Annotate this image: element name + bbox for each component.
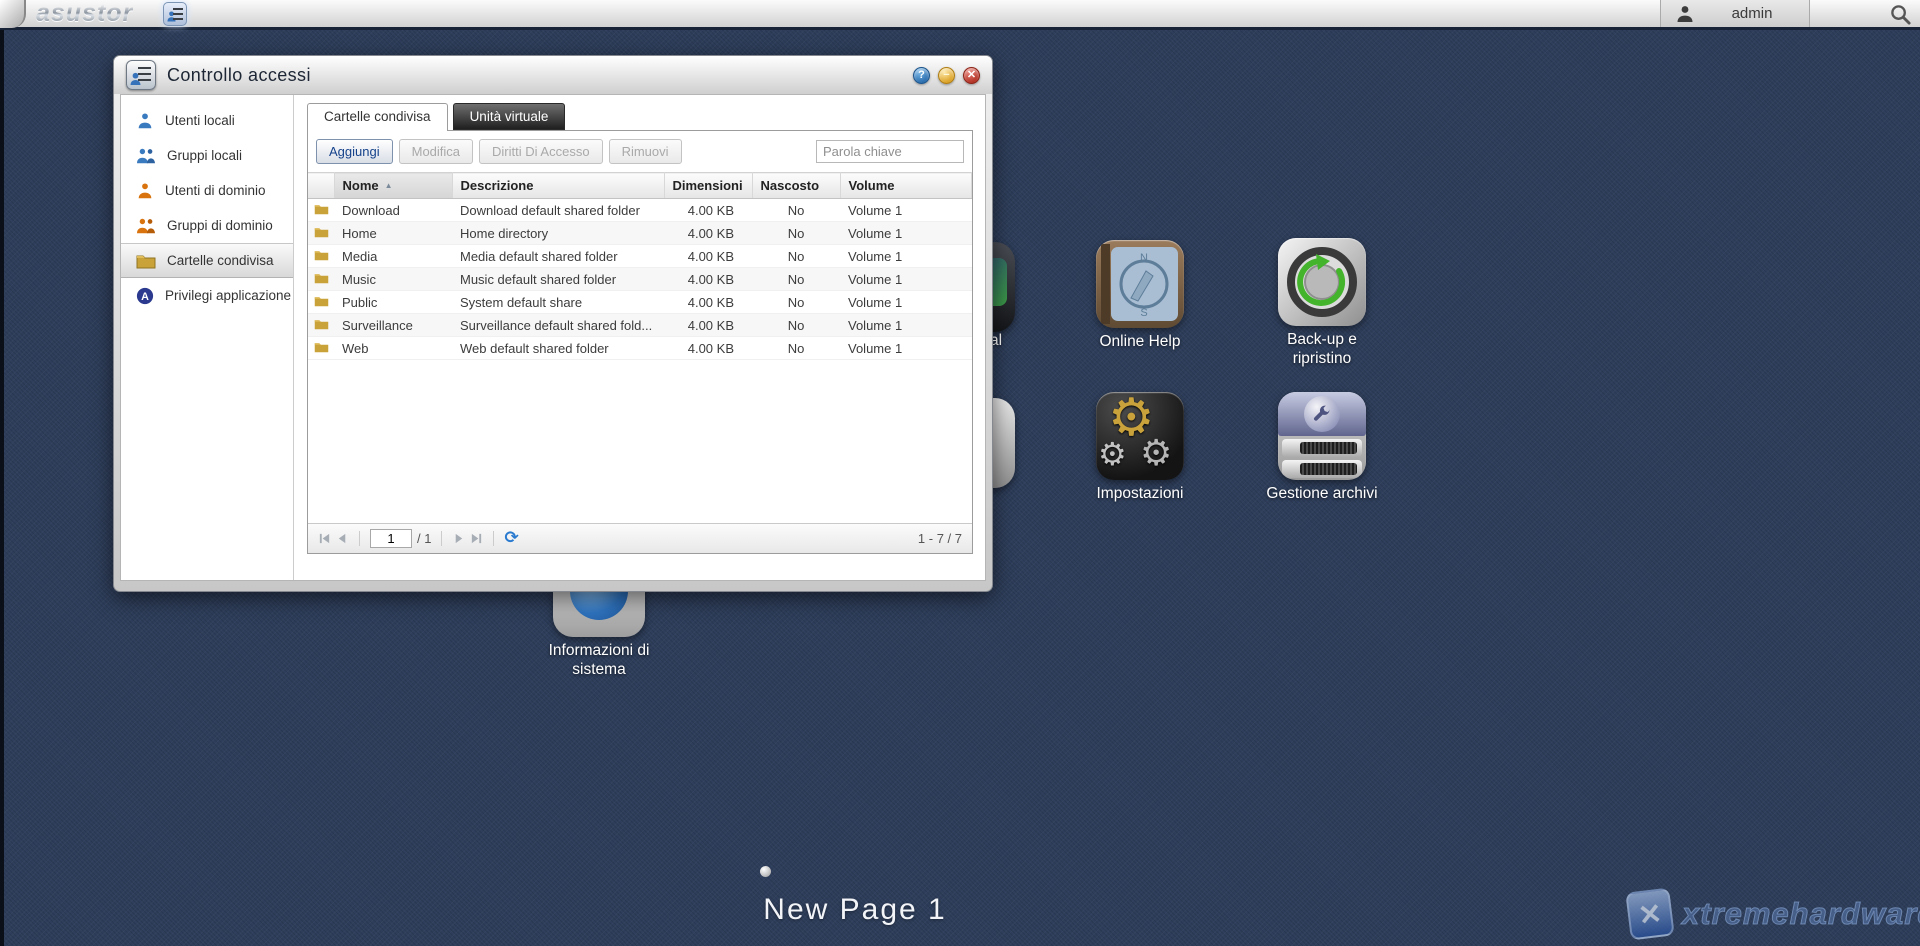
search-icon[interactable] — [1889, 3, 1912, 26]
keyword-search-input[interactable] — [816, 140, 964, 163]
minimize-button[interactable]: − — [938, 67, 955, 84]
desktop-icon-label: Online Help — [1088, 333, 1192, 352]
screen-left-edge — [0, 30, 4, 946]
user-menu[interactable]: admin — [1660, 0, 1810, 27]
table-empty-area — [308, 360, 972, 523]
group-blue-icon — [136, 147, 156, 165]
edit-button[interactable]: Modifica — [399, 139, 473, 164]
tab-shared-folders[interactable]: Cartelle condivisa — [307, 103, 448, 131]
username: admin — [1695, 5, 1809, 22]
table-row[interactable]: DownloadDownload default shared folder 4… — [308, 199, 972, 222]
desktop-icon-online-help[interactable]: N S Online Help — [1088, 240, 1192, 352]
backup-restore-icon — [1278, 238, 1366, 326]
refresh-icon[interactable]: ⟳ — [504, 530, 518, 547]
main-panel: Cartelle condivisa Unità virtuale Aggiun… — [295, 95, 985, 580]
desktop-icon-label: Gestione archivi — [1262, 485, 1382, 504]
folder-icon — [314, 272, 329, 284]
watermark: ✕ xtremehardware.it — [1628, 890, 1920, 938]
folder-icon — [314, 203, 329, 215]
desktop-icon-label: Informazioni di sistema — [540, 642, 658, 679]
desktop-icon-settings[interactable]: ⚙ ⚙ ⚙ Impostazioni — [1086, 392, 1194, 504]
sidebar-item-app-privileges[interactable]: A Privilegi applicazione — [121, 278, 293, 313]
corner-ornament — [0, 0, 26, 28]
column-header-volume[interactable]: Volume — [840, 173, 972, 199]
folder-icon — [314, 318, 329, 330]
tab-bar: Cartelle condivisa Unità virtuale — [307, 103, 973, 130]
window-title: Controllo accessi — [167, 65, 311, 86]
last-page-button[interactable] — [470, 532, 483, 545]
first-page-button[interactable] — [318, 532, 331, 545]
column-header-size[interactable]: Dimensioni — [664, 173, 752, 199]
settings-gears-icon: ⚙ ⚙ ⚙ — [1096, 392, 1184, 480]
online-help-icon: N S — [1096, 240, 1184, 328]
remove-button[interactable]: Rimuovi — [609, 139, 682, 164]
asustor-logo: asustor — [36, 0, 133, 28]
table-row[interactable]: PublicSystem default share 4.00 KBNo Vol… — [308, 291, 972, 314]
topbar: asustor admin — [0, 0, 1920, 30]
desktop-page-title: New Page 1 — [695, 893, 1015, 927]
taskbar-access-control-icon[interactable] — [163, 2, 187, 26]
window-titlebar[interactable]: Controllo accessi ? − ✕ — [114, 56, 992, 94]
user-icon — [1675, 4, 1695, 24]
previous-page-button[interactable] — [336, 532, 349, 545]
sidebar-item-domain-users[interactable]: Utenti di dominio — [121, 173, 293, 208]
column-header-hidden[interactable]: Nascosto — [752, 173, 840, 199]
sidebar: Utenti locali Gruppi locali Utenti di do… — [121, 95, 294, 580]
svg-text:S: S — [1140, 307, 1147, 319]
desktop-icon-label: Impostazioni — [1086, 485, 1194, 504]
column-header-name[interactable]: Nome▲ — [334, 173, 452, 199]
desktop-icon-storage-manager[interactable]: Gestione archivi — [1262, 392, 1382, 504]
window-content: Utenti locali Gruppi locali Utenti di do… — [120, 94, 986, 581]
tab-virtual-drive[interactable]: Unità virtuale — [453, 103, 566, 130]
next-page-button[interactable] — [452, 532, 465, 545]
folder-icon — [314, 341, 329, 353]
folder-icon — [314, 249, 329, 261]
user-blue-icon — [136, 112, 154, 130]
group-orange-icon — [136, 217, 156, 235]
sidebar-item-shared-folders[interactable]: Cartelle condivisa — [121, 243, 293, 278]
sidebar-item-domain-groups[interactable]: Gruppi di dominio — [121, 208, 293, 243]
column-header-description[interactable]: Descrizione — [452, 173, 664, 199]
access-control-icon — [126, 60, 156, 90]
sidebar-item-local-groups[interactable]: Gruppi locali — [121, 138, 293, 173]
column-header-icon[interactable] — [308, 173, 334, 199]
page-number-input[interactable] — [370, 529, 412, 548]
xtremehardware-logo-icon: ✕ — [1625, 887, 1675, 940]
sidebar-item-local-users[interactable]: Utenti locali — [121, 103, 293, 138]
folder-icon — [314, 295, 329, 307]
close-button[interactable]: ✕ — [963, 67, 980, 84]
wrench-icon — [1304, 396, 1340, 432]
svg-text:A: A — [141, 291, 149, 303]
storage-manager-icon — [1278, 392, 1366, 480]
shared-folders-panel: Aggiungi Modifica Diritti Di Accesso Rim… — [307, 130, 973, 554]
app-privileges-icon: A — [136, 287, 154, 305]
shared-folders-table: Nome▲ Descrizione Dimensioni Nascosto Vo… — [308, 172, 972, 360]
table-row[interactable]: SurveillanceSurveillance default shared … — [308, 314, 972, 337]
help-button[interactable]: ? — [913, 67, 930, 84]
page-indicator-dot[interactable] — [760, 866, 771, 877]
page-count: / 1 — [417, 531, 431, 546]
user-orange-icon — [136, 182, 154, 200]
toolbar: Aggiungi Modifica Diritti Di Accesso Rim… — [308, 131, 972, 172]
access-rights-button[interactable]: Diritti Di Accesso — [479, 139, 603, 164]
watermark-text: xtremehardware.it — [1682, 896, 1920, 932]
table-row[interactable]: MediaMedia default shared folder 4.00 KB… — [308, 245, 972, 268]
folder-icon — [314, 226, 329, 238]
pagination-bar: / 1 ⟳ 1 - 7 / 7 — [308, 523, 972, 553]
folder-icon — [136, 253, 156, 269]
access-control-window: Controllo accessi ? − ✕ Utenti locali Gr… — [113, 55, 993, 592]
record-range: 1 - 7 / 7 — [918, 531, 962, 546]
desktop-icon-label: Back-up e ripristino — [1266, 331, 1378, 368]
add-button[interactable]: Aggiungi — [316, 139, 393, 164]
table-row[interactable]: MusicMusic default shared folder 4.00 KB… — [308, 268, 972, 291]
svg-text:N: N — [1140, 252, 1148, 264]
table-row[interactable]: HomeHome directory 4.00 KBNo Volume 1 — [308, 222, 972, 245]
desktop-icon-backup[interactable]: Back-up e ripristino — [1266, 238, 1378, 368]
sort-ascending-icon: ▲ — [385, 181, 393, 190]
table-row[interactable]: WebWeb default shared folder 4.00 KBNo V… — [308, 337, 972, 360]
